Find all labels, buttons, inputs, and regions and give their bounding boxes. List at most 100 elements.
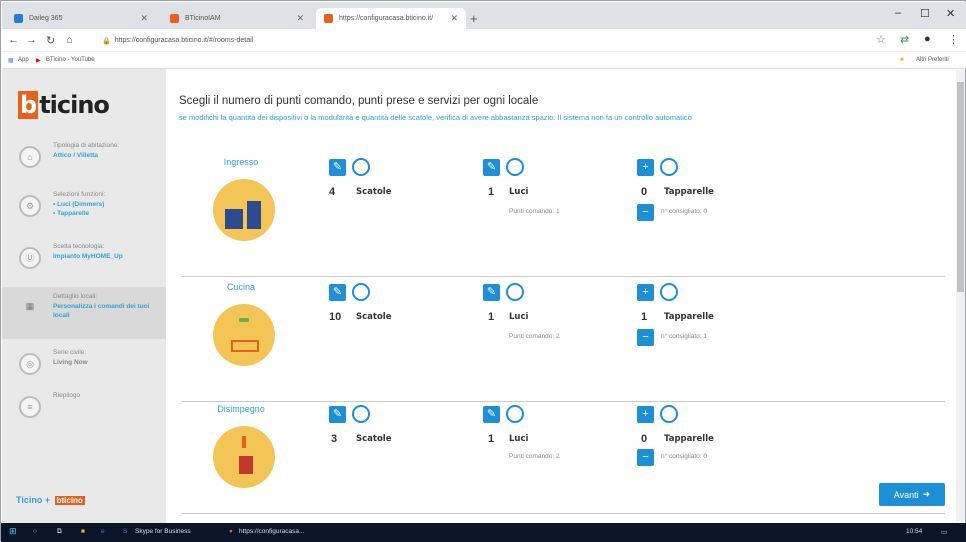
- skype-icon[interactable]: S: [123, 528, 127, 535]
- step-icon: ⌂: [19, 146, 41, 168]
- tapparelle-count: 1: [641, 311, 648, 323]
- step-value: Living Now: [53, 359, 88, 366]
- edit-scatole-button[interactable]: ✎: [329, 159, 346, 176]
- tab-bar: Daileg 365 ✕ BTicinoIAM ✕ https://config…: [2, 2, 966, 29]
- taskbar-chrome[interactable]: https://configuracasa...: [239, 528, 304, 535]
- maximize-icon[interactable]: ☐: [920, 7, 930, 20]
- windows-start-icon[interactable]: ⊞: [9, 526, 17, 537]
- other-bookmarks[interactable]: Altri Preferiti: [916, 57, 949, 63]
- new-tab-icon[interactable]: +: [470, 11, 478, 26]
- avanti-button[interactable]: Avanti ➜: [879, 483, 945, 506]
- extension-icon[interactable]: ⇄: [900, 33, 909, 46]
- scatole-count: 3: [331, 433, 338, 445]
- add-tapparelle-button[interactable]: +: [637, 406, 654, 423]
- step-title: Dettaglio locali:: [53, 293, 98, 300]
- close-window-icon[interactable]: ✕: [946, 7, 955, 20]
- edit-luci-button[interactable]: ✎: [483, 284, 500, 301]
- step-icon: ▦: [25, 301, 35, 311]
- apps-icon[interactable]: ▦: [8, 57, 14, 64]
- tab-configuracasa[interactable]: https://configuracasa.bticino.it/ ✕: [316, 8, 466, 29]
- task-view-icon[interactable]: ⧉: [57, 528, 62, 536]
- luci-label: Luci: [509, 187, 529, 197]
- close-icon[interactable]: ✕: [140, 13, 148, 24]
- edit-scatole-button[interactable]: ✎: [329, 284, 346, 301]
- tapparelle-count: 0: [641, 186, 648, 198]
- step-title: Serie civile:: [53, 349, 87, 356]
- tab-label: https://configuracasa.bticino.it/: [339, 15, 434, 22]
- step-icon: Ⓤ: [19, 247, 41, 269]
- favicon-icon: [14, 14, 23, 23]
- box-icon: [352, 283, 370, 301]
- tapparelle-count: 0: [641, 433, 648, 445]
- remove-tapparelle-button[interactable]: −: [637, 329, 654, 346]
- minimize-icon[interactable]: –: [895, 7, 901, 19]
- scatole-label: Scatole: [356, 434, 392, 444]
- punti-comando: Punti comando: 2: [509, 453, 560, 460]
- scrollbar[interactable]: [956, 70, 965, 522]
- edge-icon[interactable]: e: [101, 528, 105, 535]
- scatole-count: 4: [329, 186, 336, 198]
- notification-icon[interactable]: ▭: [941, 528, 947, 536]
- bookmark-youtube[interactable]: BTicino - YouTube: [46, 57, 95, 63]
- tapparelle-label: Tapparelle: [664, 434, 714, 444]
- step-tecnologia[interactable]: Ⓤ Scelta tecnologia: Impianto MyHOME_Up: [2, 237, 166, 289]
- step-title: Selezioni funzioni:: [53, 191, 106, 198]
- address-row: ← → ↻ ⌂ 🔒 https://configuracasa.bticino.…: [2, 29, 966, 52]
- tab-label: BTicinoIAM: [185, 15, 221, 22]
- taskbar: ⊞ ○ ⧉ ■ e S Skype for Business ● https:/…: [1, 523, 966, 542]
- lock-icon: 🔒: [102, 37, 111, 45]
- page-subtitle: se modifichi la quantità dei dispositivi…: [179, 113, 692, 122]
- forward-icon[interactable]: →: [26, 34, 37, 46]
- step-value: Attico / Villetta: [53, 152, 99, 159]
- profile-icon[interactable]: ●: [924, 33, 931, 45]
- room-illustration: [213, 304, 275, 366]
- punti-comando: Punti comando: 2: [509, 333, 560, 340]
- step-funzioni[interactable]: ⚙ Selezioni funzioni: • Luci (Dimmers) •…: [2, 185, 166, 237]
- remove-tapparelle-button[interactable]: −: [637, 204, 654, 221]
- bookmarks-bar: ▦ App ▶ BTicino - YouTube ■ Altri Prefer…: [2, 52, 966, 69]
- consigliato: n° consigliato: 0: [661, 453, 707, 460]
- punti-comando: Punti comando: 1: [509, 208, 560, 215]
- luci-label: Luci: [509, 312, 529, 322]
- room-cucina: Cucina ✎ 10 Scatole ✎ 1 Luci Punti coman…: [181, 282, 945, 402]
- scrollbar-thumb[interactable]: [957, 82, 964, 292]
- bookmark-app[interactable]: App: [18, 57, 29, 63]
- arrow-right-icon: ➜: [922, 489, 931, 499]
- step-title: Tipologia di abitazione:: [53, 142, 120, 149]
- close-icon[interactable]: ✕: [450, 13, 458, 24]
- step-riepilogo[interactable]: ≡ Riepilogo: [2, 386, 166, 438]
- step-tipologia[interactable]: ⌂ Tipologia di abitazione: Attico / Vill…: [2, 136, 166, 188]
- step-icon: ⚙: [19, 195, 41, 217]
- room-name: Ingresso: [223, 157, 259, 167]
- taskbar-skype[interactable]: Skype for Business: [135, 528, 191, 535]
- back-icon[interactable]: ←: [8, 34, 19, 46]
- youtube-icon: ▶: [36, 58, 41, 64]
- home-icon[interactable]: ⌂: [66, 34, 73, 46]
- edit-luci-button[interactable]: ✎: [483, 159, 500, 176]
- address-bar[interactable]: 🔒 https://configuracasa.bticino.it/#/roo…: [102, 33, 862, 48]
- add-tapparelle-button[interactable]: +: [637, 159, 654, 176]
- step-dettaglio[interactable]: ▦ Dettaglio locali: Personalizza i coman…: [2, 287, 166, 339]
- close-icon[interactable]: ✕: [296, 13, 304, 24]
- explorer-icon[interactable]: ■: [81, 528, 85, 535]
- bticino-logo: b ticino: [18, 91, 110, 119]
- tab-daileg[interactable]: Daileg 365 ✕: [6, 8, 156, 29]
- luci-count: 1: [488, 433, 495, 445]
- search-icon[interactable]: ○: [33, 528, 37, 535]
- star-icon[interactable]: ☆: [876, 33, 886, 46]
- tab-bticinoiam[interactable]: BTicinoIAM ✕: [162, 8, 312, 29]
- room-disimpegno: Disimpegno ✎ 3 Scatole ✎ 1 Luci Punti co…: [181, 404, 945, 514]
- remove-tapparelle-button[interactable]: −: [637, 449, 654, 466]
- chrome-icon[interactable]: ●: [229, 528, 233, 535]
- url-text: https://configuracasa.bticino.it/#/rooms…: [114, 37, 254, 44]
- reload-icon[interactable]: ↻: [46, 34, 55, 47]
- room-name: Disimpegno: [217, 404, 265, 414]
- add-tapparelle-button[interactable]: +: [637, 284, 654, 301]
- edit-scatole-button[interactable]: ✎: [329, 406, 346, 423]
- shutter-icon: [660, 283, 678, 301]
- edit-luci-button[interactable]: ✎: [483, 406, 500, 423]
- step-icon: ◎: [19, 353, 41, 375]
- scatole-label: Scatole: [356, 187, 392, 197]
- avanti-label: Avanti: [893, 489, 919, 500]
- menu-icon[interactable]: ⋮: [948, 33, 959, 46]
